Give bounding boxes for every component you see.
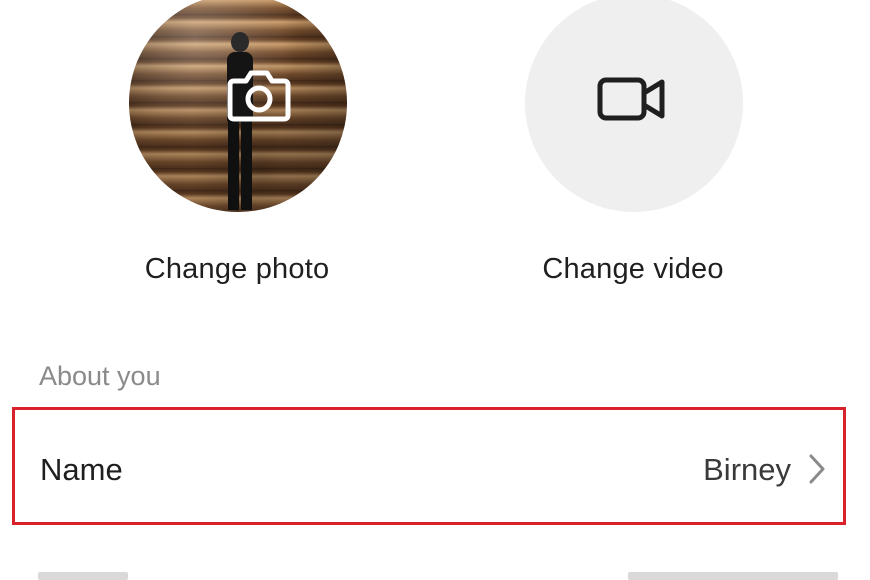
name-row-label: Name (40, 452, 123, 487)
camera-icon (223, 64, 295, 126)
change-video-label[interactable]: Change video (503, 253, 763, 286)
profile-video-placeholder[interactable] (525, 0, 743, 212)
change-photo-label[interactable]: Change photo (107, 253, 367, 286)
profile-photo-avatar[interactable] (129, 0, 347, 212)
name-row-value: Birney (703, 452, 791, 487)
next-row-partial (38, 570, 838, 580)
name-row[interactable]: Name Birney (12, 407, 846, 525)
chevron-right-icon (809, 454, 825, 484)
edit-profile-page: Change photo Change video About you Name… (0, 0, 870, 580)
video-camera-icon (597, 74, 667, 124)
about-you-heading: About you (39, 361, 161, 391)
